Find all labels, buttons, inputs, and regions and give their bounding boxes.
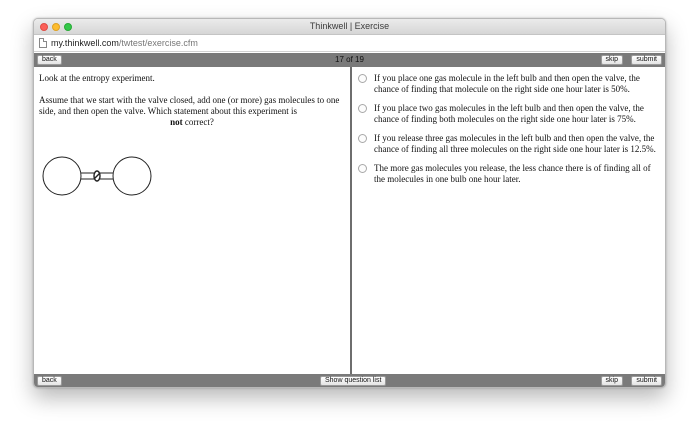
radio-icon[interactable] bbox=[358, 104, 367, 113]
document-icon bbox=[39, 38, 47, 48]
submit-button[interactable]: submit bbox=[631, 55, 662, 65]
question-intro: Look at the entropy experiment. bbox=[39, 73, 155, 83]
url-domain: my.thinkwell.com bbox=[51, 38, 119, 48]
question-prompt: Assume that we start with the valve clos… bbox=[39, 95, 340, 116]
submit-button[interactable]: submit bbox=[631, 376, 662, 386]
radio-icon[interactable] bbox=[358, 134, 367, 143]
answer-options-pane: If you place one gas molecule in the lef… bbox=[352, 67, 665, 374]
answer-option-4[interactable]: The more gas molecules you release, the … bbox=[358, 163, 663, 185]
question-emphasis: not bbox=[170, 117, 183, 127]
answer-option-text: If you release three gas molecules in th… bbox=[374, 133, 656, 154]
radio-icon[interactable] bbox=[358, 74, 367, 83]
answer-option-text: The more gas molecules you release, the … bbox=[374, 163, 651, 184]
browser-window: Thinkwell | Exercise my.thinkwell.com/tw… bbox=[33, 18, 666, 388]
question-prompt-end: not correct? bbox=[39, 117, 345, 128]
skip-button[interactable]: skip bbox=[600, 376, 623, 386]
url-path: /twtest/exercise.cfm bbox=[118, 38, 198, 48]
bottom-toolbar: back Show question list skip submit bbox=[34, 374, 665, 387]
title-bar: Thinkwell | Exercise bbox=[34, 19, 665, 35]
url-text[interactable]: my.thinkwell.com/twtest/exercise.cfm bbox=[51, 38, 198, 48]
answer-option-2[interactable]: If you place two gas molecules in the le… bbox=[358, 103, 663, 125]
radio-icon[interactable] bbox=[358, 164, 367, 173]
answer-option-text: If you place two gas molecules in the le… bbox=[374, 103, 644, 124]
question-pane: Look at the entropy experiment. Assume t… bbox=[34, 67, 350, 374]
question-prompt-tail: correct? bbox=[184, 117, 214, 127]
show-question-list-button[interactable]: Show question list bbox=[320, 376, 387, 386]
answer-option-text: If you place one gas molecule in the lef… bbox=[374, 73, 640, 94]
window-title: Thinkwell | Exercise bbox=[309, 21, 390, 31]
back-button[interactable]: back bbox=[37, 376, 62, 386]
top-toolbar: back 17 of 19 skip submit bbox=[34, 53, 665, 67]
answer-option-1[interactable]: If you place one gas molecule in the lef… bbox=[358, 73, 663, 95]
answer-option-3[interactable]: If you release three gas molecules in th… bbox=[358, 133, 663, 155]
exercise-content: Look at the entropy experiment. Assume t… bbox=[34, 67, 665, 374]
question-progress: 17 of 19 bbox=[335, 55, 364, 64]
address-bar[interactable]: my.thinkwell.com/twtest/exercise.cfm bbox=[34, 35, 665, 52]
entropy-apparatus-illustration bbox=[42, 156, 152, 196]
skip-button[interactable]: skip bbox=[600, 55, 623, 65]
